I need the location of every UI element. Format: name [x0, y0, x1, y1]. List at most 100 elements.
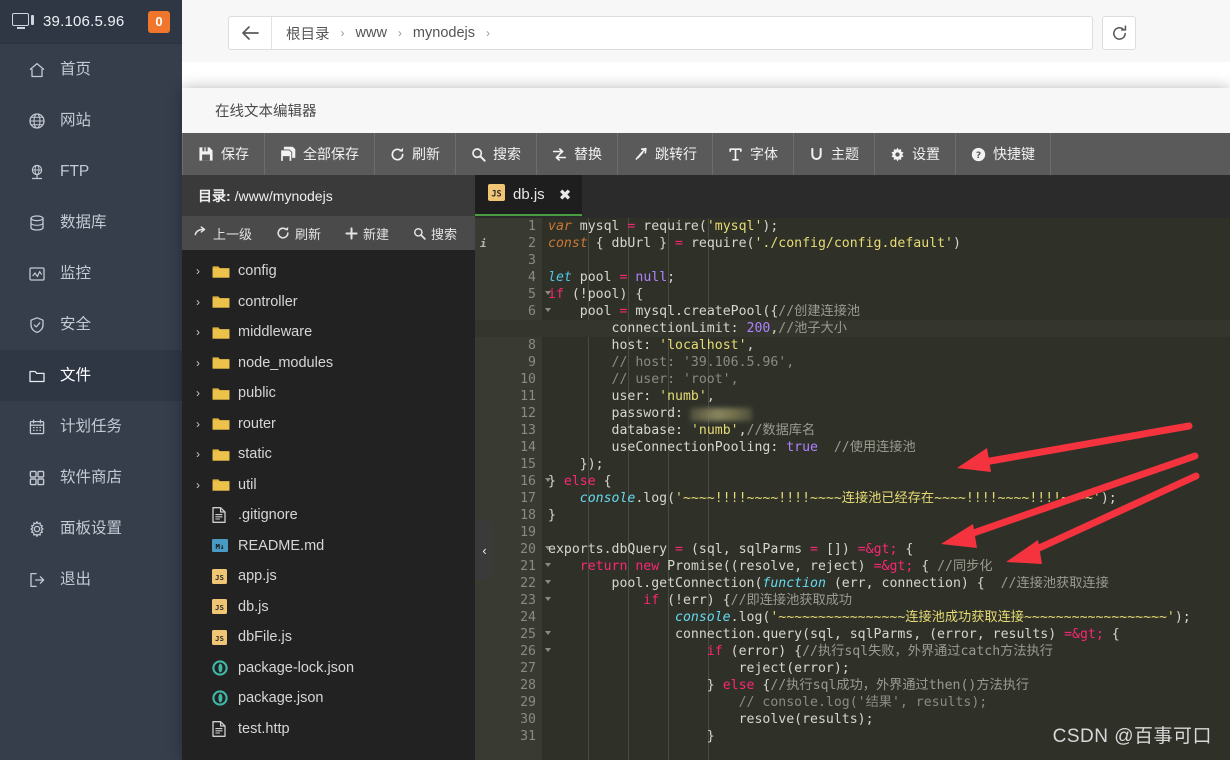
tree-item[interactable]: › middleware — [182, 317, 475, 348]
code-line[interactable]: console.log('~~~~!!!!~~~~!!!!~~~~连接池已经存在… — [548, 490, 1230, 507]
tree-item[interactable]: package.json — [182, 683, 475, 714]
editor-body: 目录: /www/mynodejs 上一级 刷新 新建 搜索 › config › cont… — [182, 175, 1230, 760]
code-pane: JS db.js ✖ i 123456789101112131415161718… — [475, 175, 1230, 760]
line-number: 13 — [520, 423, 536, 438]
info-marker-icon[interactable]: i — [480, 235, 487, 252]
toolbar-button-快捷键[interactable]: ? 快捷键 — [956, 133, 1051, 175]
breadcrumb-item[interactable]: mynodejs — [413, 25, 475, 41]
chevron-right-icon[interactable]: › — [196, 417, 212, 431]
code-line[interactable]: // console.log('结果', results); — [548, 694, 1230, 711]
sidebar-item-首页[interactable]: 首页 — [0, 44, 182, 95]
code-line[interactable]: } else { — [548, 473, 1230, 490]
code-line[interactable]: // host: '39.106.5.96', — [548, 354, 1230, 371]
tree-op-刷新[interactable]: 刷新 — [264, 224, 333, 243]
code-line[interactable]: pool = mysql.createPool({//创建连接池 — [548, 303, 1230, 320]
tree-item[interactable]: test.http — [182, 714, 475, 745]
tree-item[interactable]: M↓ README.md — [182, 531, 475, 562]
toolbar-button-保存[interactable]: 保存 — [182, 133, 265, 175]
tab-close-icon[interactable]: ✖ — [559, 186, 572, 204]
tree-item[interactable]: .gitignore — [182, 500, 475, 531]
code-line[interactable]: var mysql = require('mysql'); — [548, 218, 1230, 235]
tree-item[interactable]: JS app.js — [182, 561, 475, 592]
sidebar-item-面板设置[interactable]: 面板设置 — [0, 503, 182, 554]
toolbar-button-主题[interactable]: 主题 — [794, 133, 875, 175]
tree-item[interactable]: JS db.js — [182, 592, 475, 623]
breadcrumb-item[interactable]: 根目录 — [286, 23, 330, 44]
code-line[interactable]: } — [548, 507, 1230, 524]
collapse-tree-handle[interactable]: ‹ — [475, 520, 494, 580]
code-line[interactable]: connection.query(sql, sqlParms, (error, … — [548, 626, 1230, 643]
sidebar-item-计划任务[interactable]: 计划任务 — [0, 401, 182, 452]
code-line[interactable]: return new Promise((resolve, reject) =&g… — [548, 558, 1230, 575]
code-line[interactable]: if (!pool) { — [548, 286, 1230, 303]
back-button[interactable] — [229, 17, 272, 49]
chevron-right-icon[interactable]: › — [196, 325, 212, 339]
code-line[interactable]: exports.dbQuery = (sql, sqlParms = []) =… — [548, 541, 1230, 558]
breadcrumb-separator: › — [340, 26, 345, 40]
tree-item[interactable]: › config — [182, 256, 475, 287]
toolbar-button-设置[interactable]: 设置 — [875, 133, 956, 175]
line-number: 20 — [494, 541, 551, 558]
breadcrumb-item[interactable]: www — [356, 25, 387, 41]
toolbar-button-label: 替换 — [574, 146, 602, 162]
code-line[interactable]: }); — [548, 456, 1230, 473]
code-line[interactable]: user: 'numb', — [548, 388, 1230, 405]
code-line[interactable]: connectionLimit: 200,//池子大小 — [475, 320, 1230, 337]
code-line[interactable]: useConnectionPooling: true //使用连接池 — [548, 439, 1230, 456]
tab-db-js[interactable]: JS db.js ✖ — [475, 175, 583, 216]
code-line[interactable]: if (!err) {//即连接池获取成功 — [548, 592, 1230, 609]
toolbar-button-字体[interactable]: 字体 — [713, 133, 794, 175]
tree-item[interactable]: › controller — [182, 287, 475, 318]
tree-op-搜索[interactable]: 搜索 — [401, 224, 469, 243]
tree-item[interactable]: › node_modules — [182, 348, 475, 379]
chevron-right-icon[interactable]: › — [196, 447, 212, 461]
chevron-right-icon[interactable]: › — [196, 356, 212, 370]
chevron-right-icon[interactable]: › — [196, 386, 212, 400]
sidebar-item-安全[interactable]: 安全 — [0, 299, 182, 350]
tree-item[interactable]: › util — [182, 470, 475, 501]
sidebar-item-退出[interactable]: 退出 — [0, 554, 182, 605]
sidebar-item-监控[interactable]: 监控 — [0, 248, 182, 299]
arrow-up-level-icon — [194, 226, 208, 240]
tree-item[interactable]: JS dbFile.js — [182, 622, 475, 653]
code-line[interactable]: if (error) {//执行sql失败，外界通过catch方法执行 — [548, 643, 1230, 660]
sidebar-item-文件[interactable]: 文件 — [0, 350, 182, 401]
toolbar-button-替换[interactable]: 替换 — [537, 133, 618, 175]
code-line[interactable]: database: 'numb',//数据库名 — [548, 422, 1230, 439]
code-line[interactable]: host: 'localhost', — [548, 337, 1230, 354]
code-line[interactable]: const { dbUrl } = require('./config/conf… — [548, 235, 1230, 252]
code-line[interactable]: console.log('~~~~~~~~~~~~~~~~连接池成功获取连接~~… — [548, 609, 1230, 626]
chevron-right-icon[interactable]: › — [196, 295, 212, 309]
tree-item[interactable]: package-lock.json — [182, 653, 475, 684]
chevron-right-icon[interactable]: › — [196, 478, 212, 492]
code-line[interactable] — [548, 524, 1230, 541]
tree-op-新建[interactable]: 新建 — [333, 224, 401, 243]
code-line[interactable]: } else {//执行sql成功，外界通过then()方法执行 — [548, 677, 1230, 694]
sidebar-item-网站[interactable]: 网站 — [0, 95, 182, 146]
sidebar-item-FTP[interactable]: FTP — [0, 146, 182, 197]
code-editor-area[interactable]: i 12345678910111213141516171819202122232… — [475, 218, 1230, 760]
toolbar-button-全部保存[interactable]: 全部保存 — [265, 133, 375, 175]
code-content[interactable]: var mysql = require('mysql'); const { dbU… — [475, 218, 1230, 760]
tree-item-label: controller — [238, 293, 298, 310]
sidebar-item-数据库[interactable]: 数据库 — [0, 197, 182, 248]
refresh-button[interactable] — [1102, 16, 1136, 50]
chevron-right-icon[interactable]: › — [196, 264, 212, 278]
code-line[interactable]: reject(error); — [548, 660, 1230, 677]
code-line[interactable]: pool.getConnection(function (err, connec… — [548, 575, 1230, 592]
code-line[interactable]: password: — [548, 405, 1230, 422]
code-line[interactable] — [548, 252, 1230, 269]
code-line[interactable]: let pool = null; — [548, 269, 1230, 286]
sidebar-nav: 首页 网站 FTP 数据库 监控 安全 文件 计划任务 软件商店 面板设置 退出 — [0, 44, 182, 605]
code-line[interactable]: // user: 'root', — [548, 371, 1230, 388]
tree-item-label: config — [238, 263, 277, 279]
tree-item[interactable]: › static — [182, 439, 475, 470]
notification-badge[interactable]: 0 — [148, 10, 170, 33]
tree-item[interactable]: › public — [182, 378, 475, 409]
tree-item[interactable]: › router — [182, 409, 475, 440]
toolbar-button-跳转行[interactable]: 跳转行 — [618, 133, 713, 175]
toolbar-button-刷新[interactable]: 刷新 — [375, 133, 456, 175]
sidebar-item-软件商店[interactable]: 软件商店 — [0, 452, 182, 503]
tree-op-上一级[interactable]: 上一级 — [182, 224, 264, 243]
toolbar-button-搜索[interactable]: 搜索 — [456, 133, 537, 175]
